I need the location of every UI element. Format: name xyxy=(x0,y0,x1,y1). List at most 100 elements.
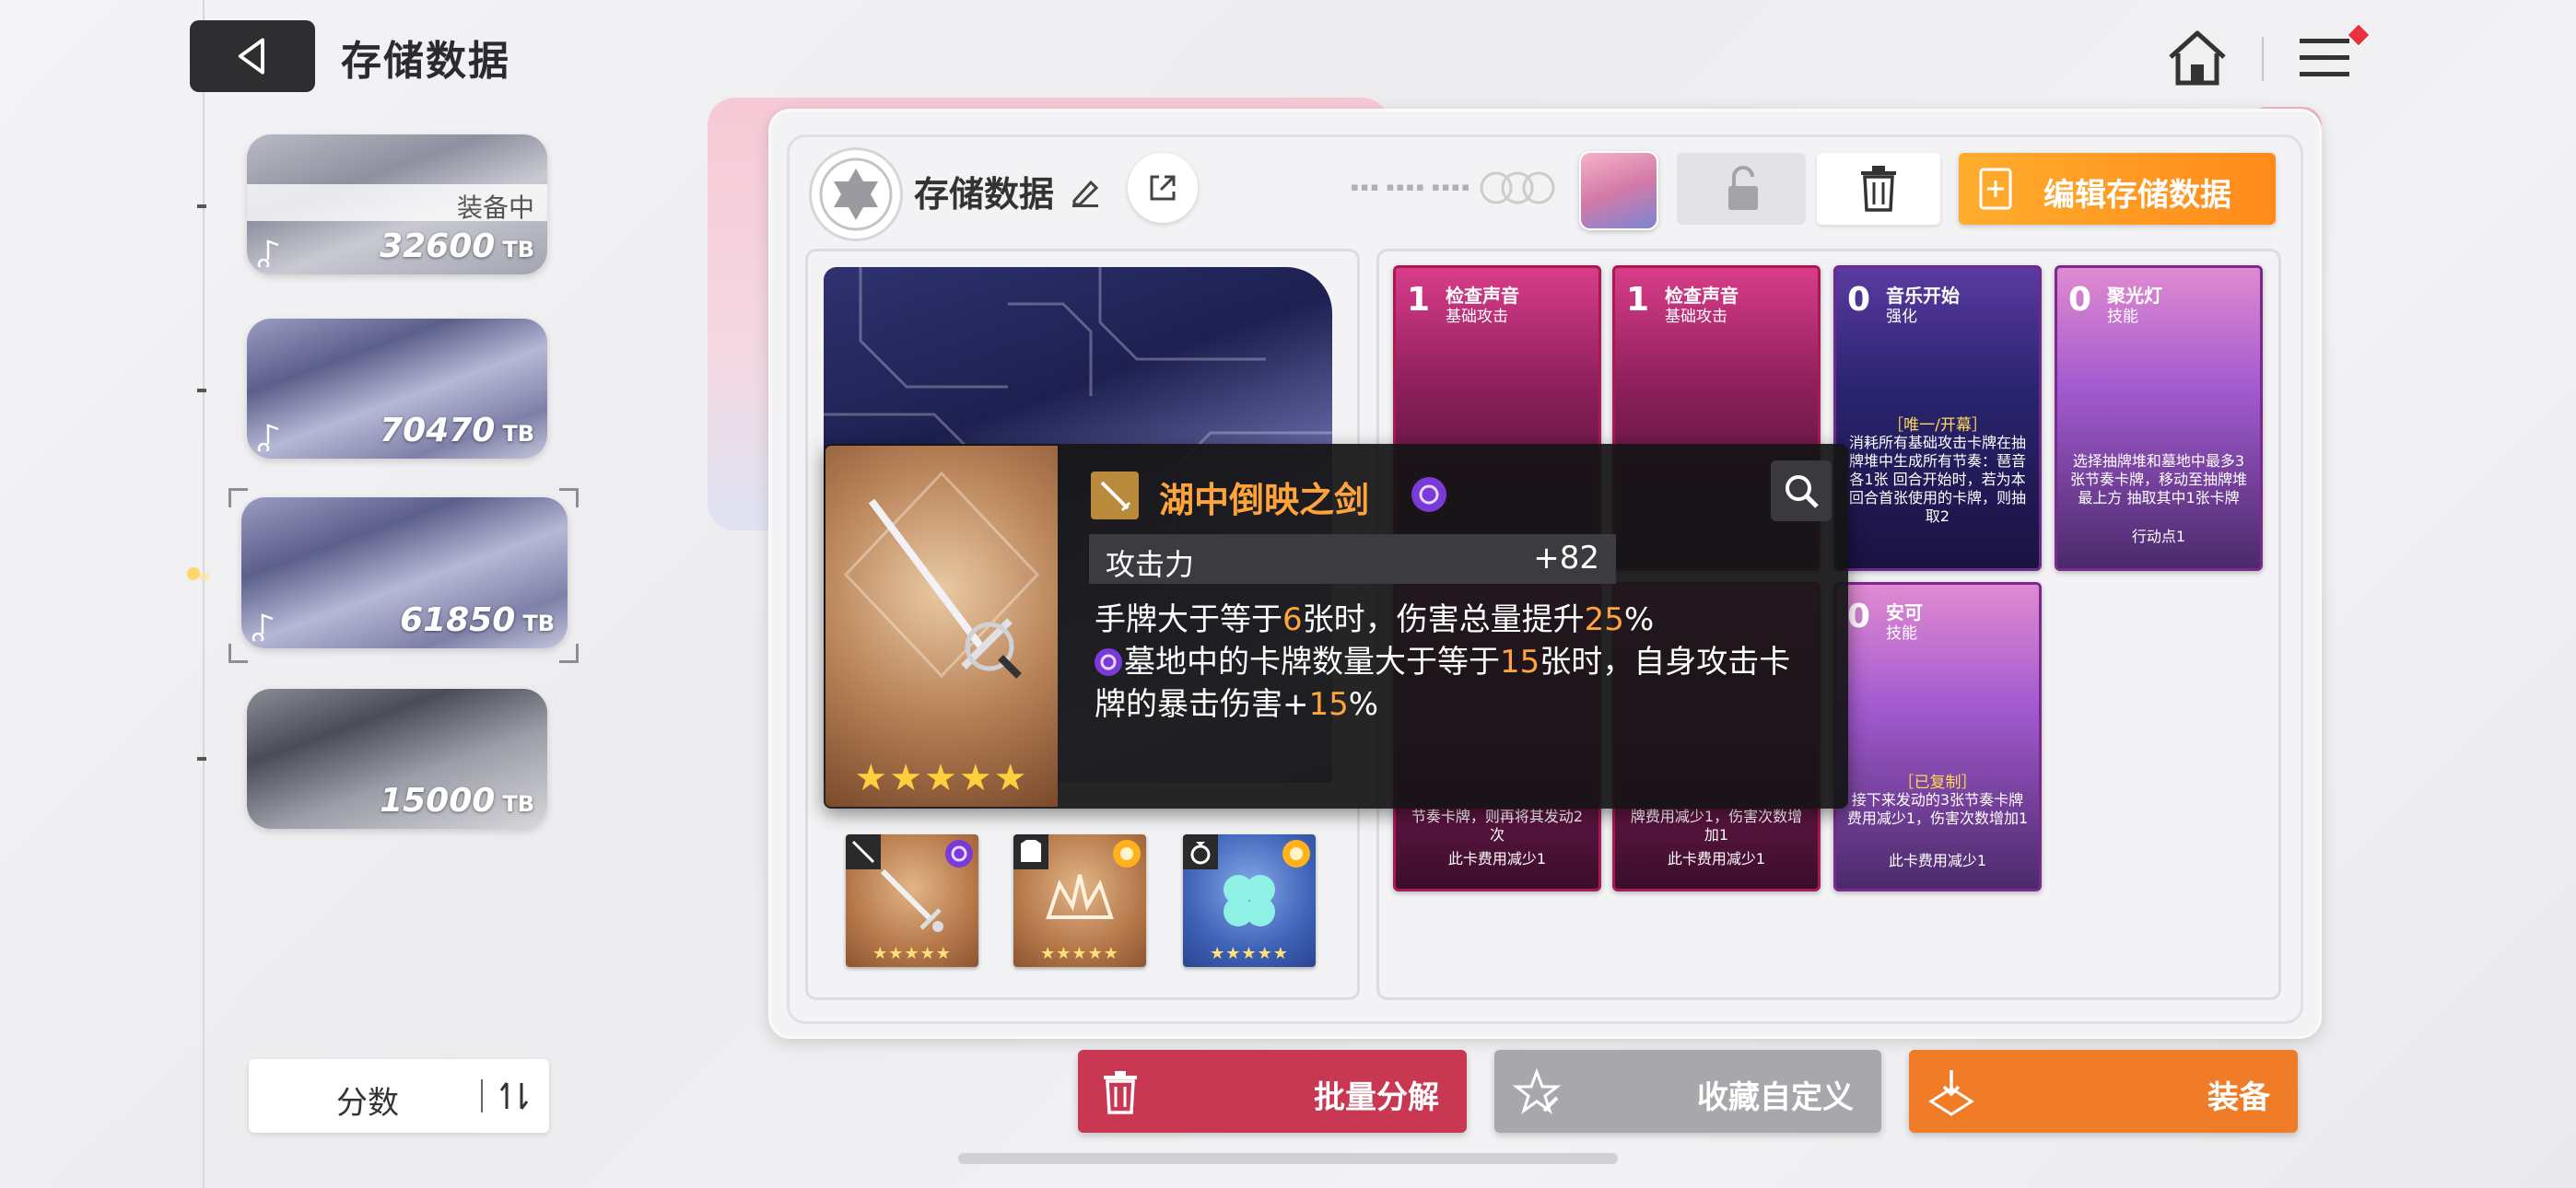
deck-name: 存储数据 xyxy=(914,174,1055,215)
favorite-custom-button[interactable]: 收藏自定义 xyxy=(1494,1050,1881,1133)
rarity-stars: ★★★★★ xyxy=(1040,944,1119,963)
item-image: ★★★★★ xyxy=(825,446,1058,807)
card-cost: 1 xyxy=(1626,281,1650,319)
storage-slot-selected[interactable]: 61850 TB xyxy=(241,497,568,648)
favorite-custom-label: 收藏自定义 xyxy=(1697,1079,1854,1116)
card-desc: 节奏卡牌，则再将其发动2次 xyxy=(1411,808,1584,844)
sun-orb-icon xyxy=(1113,840,1141,868)
card-foot: 此卡费用减少1 xyxy=(1667,850,1766,868)
tick-mark xyxy=(197,204,206,208)
divider xyxy=(481,1079,483,1112)
music-note-icon xyxy=(252,613,274,641)
character-portrait[interactable] xyxy=(1579,151,1658,230)
edit-storage-label: 编辑存储数据 xyxy=(2043,177,2231,214)
weapon-type-icon xyxy=(846,834,881,869)
deck-emblem xyxy=(809,147,903,241)
crown-icon xyxy=(1046,874,1114,919)
card-cost: 0 xyxy=(1847,281,1871,319)
storage-slot[interactable]: 装备中 32600 TB xyxy=(247,134,547,274)
lock-button[interactable] xyxy=(1677,153,1806,225)
card-type: 基础攻击 xyxy=(1446,308,1508,326)
sparkle-icon xyxy=(187,567,209,581)
inspect-button[interactable] xyxy=(1771,460,1832,521)
card-type: 技能 xyxy=(2107,308,2138,326)
arcane-orb-icon xyxy=(1095,648,1122,676)
arcane-orb-icon xyxy=(1411,477,1446,512)
slot-value: 61850 xyxy=(400,601,516,639)
card-foot: 此卡费用减少1 xyxy=(1888,852,1987,869)
card-type: 强化 xyxy=(1886,308,1917,326)
home-icon[interactable] xyxy=(2165,28,2230,88)
hexagram-icon xyxy=(819,157,893,231)
edit-storage-button[interactable]: 编辑存储数据 xyxy=(1959,153,2276,225)
equipped-band: 装备中 xyxy=(247,184,547,223)
slot-value: 70470 xyxy=(380,412,496,449)
equip-button[interactable]: 装备 xyxy=(1909,1050,2298,1133)
sword-icon xyxy=(843,471,1040,679)
equip-label: 装备 xyxy=(2207,1079,2270,1116)
equipment-weapon[interactable]: ★★★★★ xyxy=(846,834,978,967)
card-tag: ［唯一/开幕］ xyxy=(1888,416,1987,435)
item-name: 湖中倒映之剑 xyxy=(1159,480,1370,520)
trash-icon xyxy=(1861,166,1896,212)
equipment-armor[interactable]: ★★★★★ xyxy=(1013,834,1146,967)
equipment-accessory[interactable]: ★★★★★ xyxy=(1183,834,1316,967)
skill-card[interactable]: 0 聚光灯 技能 选择抽牌堆和墓地中最多3张节奏卡牌，移动至抽牌堆最上方 抽取其… xyxy=(2055,265,2263,571)
weapon-type-icon xyxy=(1091,472,1139,519)
effect-line: 墓地中的卡牌数量大于等于15张时，自身攻击卡 xyxy=(1093,641,1790,683)
slot-unit: TB xyxy=(502,237,534,262)
delete-button[interactable] xyxy=(1817,153,1940,225)
rarity-stars: ★★★★★ xyxy=(872,944,952,963)
search-icon xyxy=(1786,475,1819,508)
sort-control[interactable]: 分数 xyxy=(249,1059,549,1133)
tick-mark xyxy=(197,757,206,761)
armor-type-icon xyxy=(1013,834,1048,869)
card-desc: 消耗所有基础攻击卡牌在抽牌堆中生成所有节奏：琶音各1张 回合开始时，若为本回合首… xyxy=(1848,434,2026,525)
slot-unit: TB xyxy=(502,421,534,447)
card-type: 基础攻击 xyxy=(1665,308,1727,326)
music-note-icon xyxy=(257,424,279,451)
stat-row: 攻击力 +82 xyxy=(1089,534,1616,584)
music-note-icon xyxy=(257,239,279,267)
card-cost: 0 xyxy=(1847,598,1871,635)
back-button[interactable] xyxy=(190,20,315,92)
pencil-icon[interactable] xyxy=(1069,175,1102,208)
card-tag: ［已复制］ xyxy=(1898,774,1977,792)
arcane-orb-icon xyxy=(945,840,973,868)
star-edit-icon xyxy=(1512,1067,1562,1114)
storage-slot[interactable]: 15000 TB xyxy=(247,689,547,829)
sword-icon xyxy=(880,868,943,932)
rings-icon xyxy=(1480,171,1555,204)
divider xyxy=(2262,37,2264,81)
home-indicator xyxy=(958,1153,1618,1164)
unlock-icon xyxy=(1728,166,1758,210)
card-desc: 牌费用减少1，伤害次数增加1 xyxy=(1630,808,1803,844)
card-desc: 选择抽牌堆和墓地中最多3张节奏卡牌，移动至抽牌堆最上方 抽取其中1张卡牌 xyxy=(2069,452,2247,507)
bulk-dismantle-button[interactable]: 批量分解 xyxy=(1078,1050,1467,1133)
skill-card[interactable]: 0 音乐开始 强化 ［唯一/开幕］ 消耗所有基础攻击卡牌在抽牌堆中生成所有节奏：… xyxy=(1833,265,2042,571)
card-cost: 1 xyxy=(1407,281,1431,319)
page-title: 存储数据 xyxy=(341,38,510,85)
stat-label: 攻击力 xyxy=(1106,547,1195,582)
sort-order-icon[interactable] xyxy=(496,1077,533,1114)
trash-icon xyxy=(1104,1071,1137,1114)
equip-icon xyxy=(1928,1070,1974,1116)
tick-mark xyxy=(197,389,206,392)
share-button[interactable] xyxy=(1128,153,1198,223)
share-icon xyxy=(1150,175,1176,201)
ring-type-icon xyxy=(1183,834,1218,869)
card-cost: 0 xyxy=(2068,281,2092,319)
storage-slot[interactable]: 70470 TB xyxy=(247,319,547,459)
edit-card-icon xyxy=(1979,168,2012,210)
clover-icon xyxy=(1224,875,1275,926)
rarity-stars: ★★★★★ xyxy=(1210,944,1289,963)
card-type: 技能 xyxy=(1886,624,1917,643)
skill-card[interactable]: 0 安可 技能 ［已复制］ 接下来发动的3张节奏卡牌费用减少1，伤害次数增加1 … xyxy=(1833,582,2042,891)
card-desc: 接下来发动的3张节奏卡牌费用减少1，伤害次数增加1 xyxy=(1846,791,2029,827)
card-foot: 行动点1 xyxy=(2131,528,2186,545)
bulk-dismantle-label: 批量分解 xyxy=(1314,1079,1439,1116)
effect-line: 手牌大于等于6张时，伤害总量提升25% xyxy=(1095,601,1655,638)
stat-value: +82 xyxy=(1533,540,1599,577)
rarity-stars: ★★★★★ xyxy=(854,757,1029,799)
slot-unit: TB xyxy=(522,611,555,636)
